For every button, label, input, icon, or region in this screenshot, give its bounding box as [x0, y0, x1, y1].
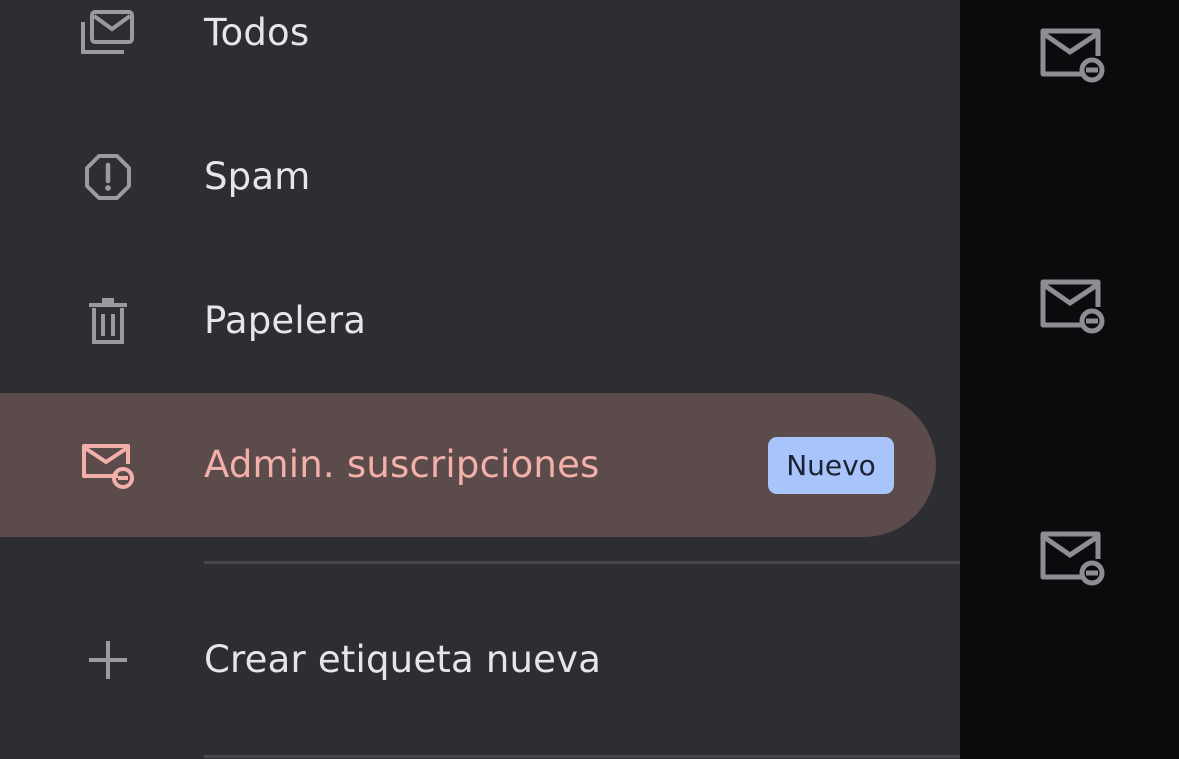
nav-item-admin-suscripciones[interactable]: Admin. suscripciones Nuevo	[0, 393, 936, 537]
trash-icon	[78, 291, 138, 351]
divider	[204, 561, 960, 564]
plus-icon	[78, 630, 138, 690]
unsubscribe-mail-icon[interactable]	[1038, 529, 1106, 587]
nav-item-label: Todos	[204, 11, 310, 54]
divider	[204, 755, 960, 758]
unsubscribe-mail-icon[interactable]	[1038, 277, 1106, 335]
nav-item-papelera[interactable]: Papelera	[0, 249, 936, 393]
unsubscribe-mail-icon[interactable]	[1038, 26, 1106, 84]
spam-icon	[78, 147, 138, 207]
unsubscribe-mail-icon	[78, 435, 138, 495]
screen: Todos Spam Papelera Admin. suscripciones…	[0, 0, 1179, 759]
message-list-pane	[960, 0, 1179, 759]
nav-item-crear-etiqueta[interactable]: Crear etiqueta nueva	[0, 588, 936, 732]
all-mail-icon	[78, 3, 138, 63]
new-badge: Nuevo	[768, 437, 894, 494]
nav-item-todos[interactable]: Todos	[0, 0, 936, 105]
nav-item-spam[interactable]: Spam	[0, 105, 936, 249]
navigation-drawer: Todos Spam Papelera Admin. suscripciones…	[0, 0, 960, 759]
nav-item-label: Crear etiqueta nueva	[204, 638, 602, 681]
nav-item-label: Spam	[204, 155, 311, 198]
nav-item-label: Papelera	[204, 299, 367, 342]
nav-item-label: Admin. suscripciones	[204, 443, 600, 486]
